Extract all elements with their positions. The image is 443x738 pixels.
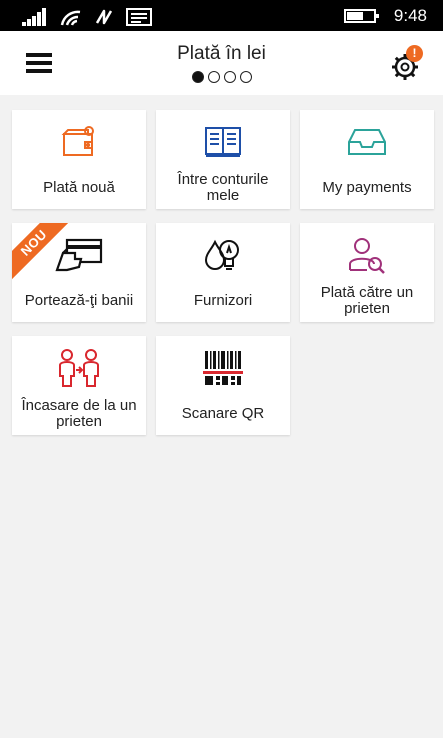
tile-label: Portează-ţi banii xyxy=(24,292,134,309)
settings-button[interactable]: ! xyxy=(390,45,424,81)
tile-porteaza-ti-banii[interactable]: NOU Portează-ţi banii xyxy=(12,223,146,322)
book-icon xyxy=(205,127,241,157)
tile-intre-conturile-mele[interactable]: Între conturile mele xyxy=(156,110,290,209)
utilities-icon xyxy=(204,239,239,270)
page-dot-1[interactable] xyxy=(191,71,204,83)
status-bar: 9:48 xyxy=(0,0,443,31)
tile-label: My payments xyxy=(322,179,412,196)
app-header: Plată în lei ! xyxy=(0,31,443,95)
tile-incasare-de-la-un-prieten[interactable]: Încasare de la un prieten xyxy=(12,336,146,435)
settings-alert-badge: ! xyxy=(406,45,423,62)
wifi-icon xyxy=(60,10,81,26)
signal-icon xyxy=(22,8,46,26)
status-icons xyxy=(22,6,164,26)
tile-label: Între conturile mele xyxy=(177,171,269,204)
tile-label: Furnizori xyxy=(193,292,253,309)
message-icon xyxy=(126,8,152,26)
page-dot-4[interactable] xyxy=(239,71,252,83)
page-dot-3[interactable] xyxy=(223,71,236,83)
page-dot-2[interactable] xyxy=(207,71,220,83)
page-indicator xyxy=(0,71,443,83)
card-hand-icon xyxy=(55,238,103,272)
tile-furnizori[interactable]: Furnizori xyxy=(156,223,290,322)
tile-scanare-qr[interactable]: Scanare QR xyxy=(156,336,290,435)
nfc-icon xyxy=(95,9,113,25)
tile-plata-noua[interactable]: Plată nouă xyxy=(12,110,146,209)
tile-label: Încasare de la un prieten xyxy=(21,397,137,430)
barcode-icon xyxy=(203,351,243,385)
inbox-tray-icon xyxy=(348,129,386,155)
tile-my-payments[interactable]: My payments xyxy=(300,110,434,209)
friend-search-icon xyxy=(349,238,385,274)
battery-icon xyxy=(343,8,379,23)
tile-label: Plată către un prieten xyxy=(320,284,414,317)
tile-label: Scanare QR xyxy=(181,405,265,422)
status-time: 9:48 xyxy=(393,5,427,25)
tile-plata-catre-un-prieten[interactable]: Plată către un prieten xyxy=(300,223,434,322)
wallet-icon xyxy=(61,126,94,156)
tile-label: Plată nouă xyxy=(43,179,115,196)
page-title: Plată în lei xyxy=(177,43,266,64)
people-transfer-icon xyxy=(59,349,99,387)
